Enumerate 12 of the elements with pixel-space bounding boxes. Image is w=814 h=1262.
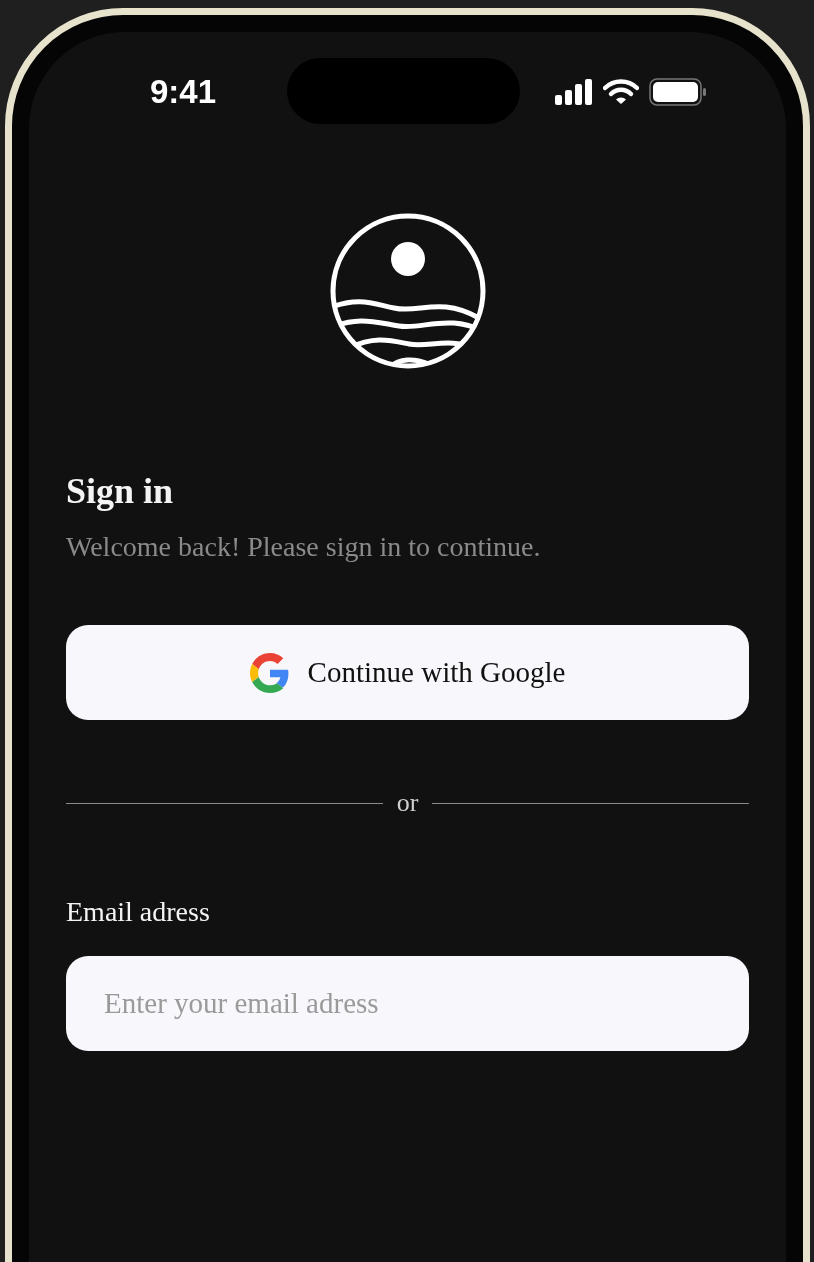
subtitle-text: Welcome back! Please sign in to continue. (66, 531, 542, 564)
battery-icon (649, 78, 707, 106)
wifi-icon (603, 79, 639, 105)
logo-icon (328, 212, 487, 370)
status-time: 9:41 (150, 73, 217, 111)
google-icon (249, 652, 290, 693)
email-input-field[interactable]: Enter your email adress (66, 956, 749, 1052)
google-sign-in-button[interactable]: Continue with Google (66, 625, 749, 721)
signal-icon (555, 79, 593, 105)
email-label: Email adress (66, 896, 211, 929)
page-title: Sign in (66, 470, 175, 513)
divider-text: or (396, 790, 419, 817)
